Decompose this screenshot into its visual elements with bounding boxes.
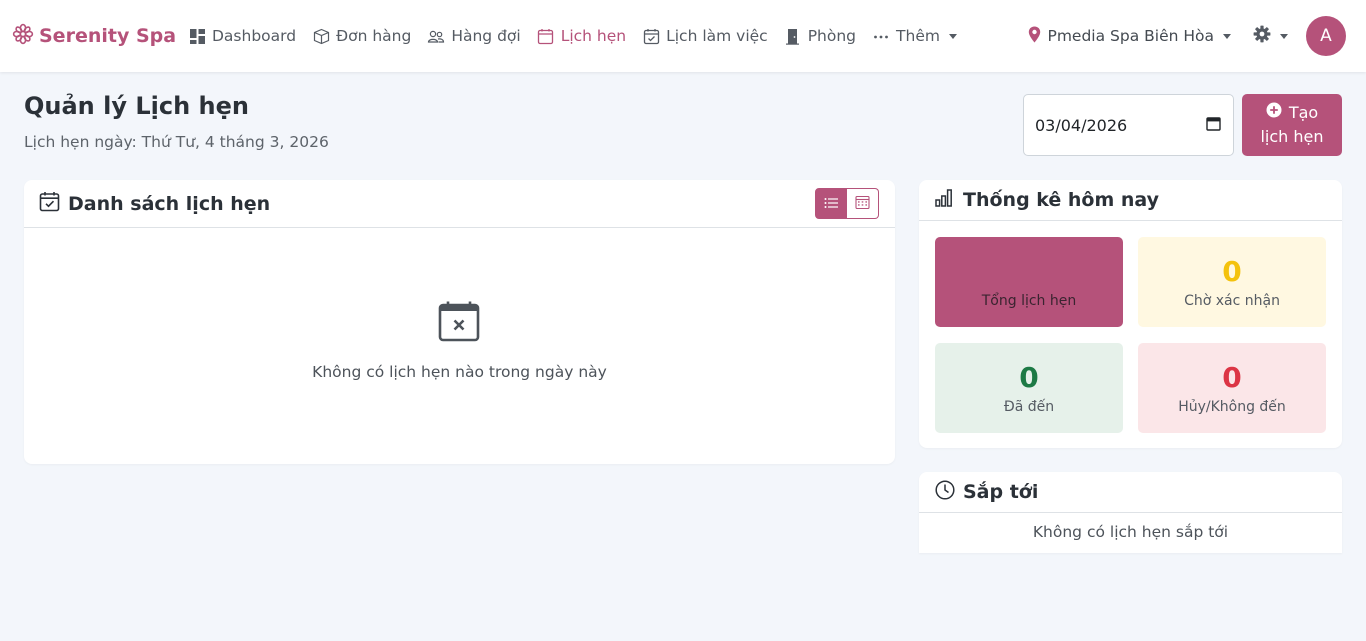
stat-cancelled-value: 0	[1222, 361, 1242, 394]
clock-icon	[935, 479, 955, 505]
flower-icon	[12, 23, 34, 50]
page-subtitle: Lịch hẹn ngày: Thứ Tư, 4 tháng 3, 2026	[24, 133, 329, 151]
nav-item-dashboard[interactable]: Dashboard	[188, 27, 296, 45]
calendar-view-button[interactable]	[847, 188, 879, 219]
date-value: 03/04/2026	[1035, 115, 1128, 135]
top-navbar: Serenity Spa Dashboard Đơn hàng Hàng đợi…	[0, 0, 1366, 72]
nav-item-orders[interactable]: Đơn hàng	[312, 27, 411, 45]
nav-item-appointments[interactable]: Lịch hẹn	[537, 27, 626, 45]
list-view-button[interactable]	[815, 188, 847, 219]
stat-arrived-value: 0	[1019, 361, 1039, 394]
upcoming-empty-text: Không có lịch hẹn sắp tới	[1032, 523, 1229, 541]
calendar-check-icon	[642, 27, 660, 45]
empty-state-text: Không có lịch hẹn nào trong ngày này	[312, 363, 607, 381]
stats-card: Thống kê hôm nay Tổng lịch hẹn 0 Chờ xác…	[919, 180, 1342, 448]
stat-total: Tổng lịch hẹn	[935, 237, 1123, 327]
create-button-label-2: lịch hẹn	[1260, 127, 1324, 146]
upcoming-header: Sắp tới	[919, 472, 1342, 513]
nav-item-label: Lịch hẹn	[560, 27, 627, 45]
chevron-down-icon	[1223, 33, 1231, 39]
calendar-picker-icon[interactable]	[1206, 116, 1221, 135]
nav-item-work-schedule[interactable]: Lịch làm việc	[642, 27, 768, 45]
stat-pending: 0 Chờ xác nhận	[1138, 237, 1326, 327]
appointment-list-title: Danh sách lịch hẹn	[68, 192, 271, 215]
stat-cancelled: 0 Hủy/Không đến	[1138, 343, 1326, 433]
nav-links: Dashboard Đơn hàng Hàng đợi Lịch hẹn Lịc…	[188, 22, 973, 50]
date-input[interactable]: 03/04/2026	[1023, 94, 1234, 156]
brand-name: Serenity Spa	[39, 25, 177, 47]
calendar-icon	[537, 27, 555, 45]
door-icon	[784, 27, 802, 45]
stats-header: Thống kê hôm nay	[919, 180, 1342, 221]
settings-dropdown[interactable]	[1253, 25, 1288, 47]
create-appointment-button[interactable]: Tạo lịch hẹn	[1242, 94, 1342, 156]
box-icon	[312, 27, 330, 45]
calendar-x-icon	[438, 300, 480, 346]
bar-chart-icon	[935, 188, 955, 212]
page-title: Quản lý Lịch hẹn	[24, 92, 249, 120]
nav-item-rooms[interactable]: Phòng	[784, 27, 856, 45]
upcoming-title: Sắp tới	[963, 481, 1039, 503]
list-icon	[824, 194, 838, 213]
upcoming-card: Sắp tới Không có lịch hẹn sắp tới	[919, 472, 1342, 553]
location-pin-icon	[1028, 26, 1041, 47]
nav-item-more[interactable]: Thêm	[872, 27, 957, 45]
brand-logo[interactable]: Serenity Spa	[12, 22, 176, 50]
calendar-grid-icon	[855, 194, 870, 213]
stat-arrived: 0 Đã đến	[935, 343, 1123, 433]
location-dropdown[interactable]: Pmedia Spa Biên Hòa	[1028, 26, 1231, 47]
chevron-down-icon	[948, 33, 957, 39]
chevron-down-icon	[1280, 33, 1288, 39]
nav-item-label: Dashboard	[212, 27, 297, 45]
people-icon	[427, 27, 445, 45]
gear-icon	[1253, 25, 1271, 47]
nav-item-label: Hàng đợi	[451, 27, 521, 45]
view-toggle	[815, 188, 879, 219]
nav-right: Pmedia Spa Biên Hòa A	[1028, 15, 1346, 57]
location-label: Pmedia Spa Biên Hòa	[1047, 27, 1214, 45]
avatar[interactable]: A	[1306, 16, 1346, 56]
stats-title: Thống kê hôm nay	[963, 189, 1160, 211]
more-icon	[872, 27, 890, 45]
create-button-label-1: Tạo	[1288, 103, 1319, 122]
nav-item-queue[interactable]: Hàng đợi	[427, 27, 521, 45]
calendar-check-icon	[39, 191, 60, 217]
nav-item-label: Thêm	[896, 27, 940, 45]
stat-total-label: Tổng lịch hẹn	[981, 293, 1077, 309]
dashboard-icon	[188, 27, 206, 45]
stat-cancelled-label: Hủy/Không đến	[1178, 399, 1286, 415]
appointment-list-card: Danh sách lịch hẹn Không có lịch hẹn nào…	[24, 180, 895, 464]
plus-circle-icon	[1266, 101, 1282, 125]
appointment-list-header: Danh sách lịch hẹn	[24, 180, 895, 228]
stat-pending-label: Chờ xác nhận	[1184, 293, 1280, 309]
nav-item-label: Phòng	[807, 27, 857, 45]
stat-arrived-label: Đã đến	[1003, 399, 1055, 415]
nav-item-label: Đơn hàng	[336, 27, 412, 45]
stat-pending-value: 0	[1222, 255, 1242, 288]
nav-item-label: Lịch làm việc	[666, 27, 768, 45]
